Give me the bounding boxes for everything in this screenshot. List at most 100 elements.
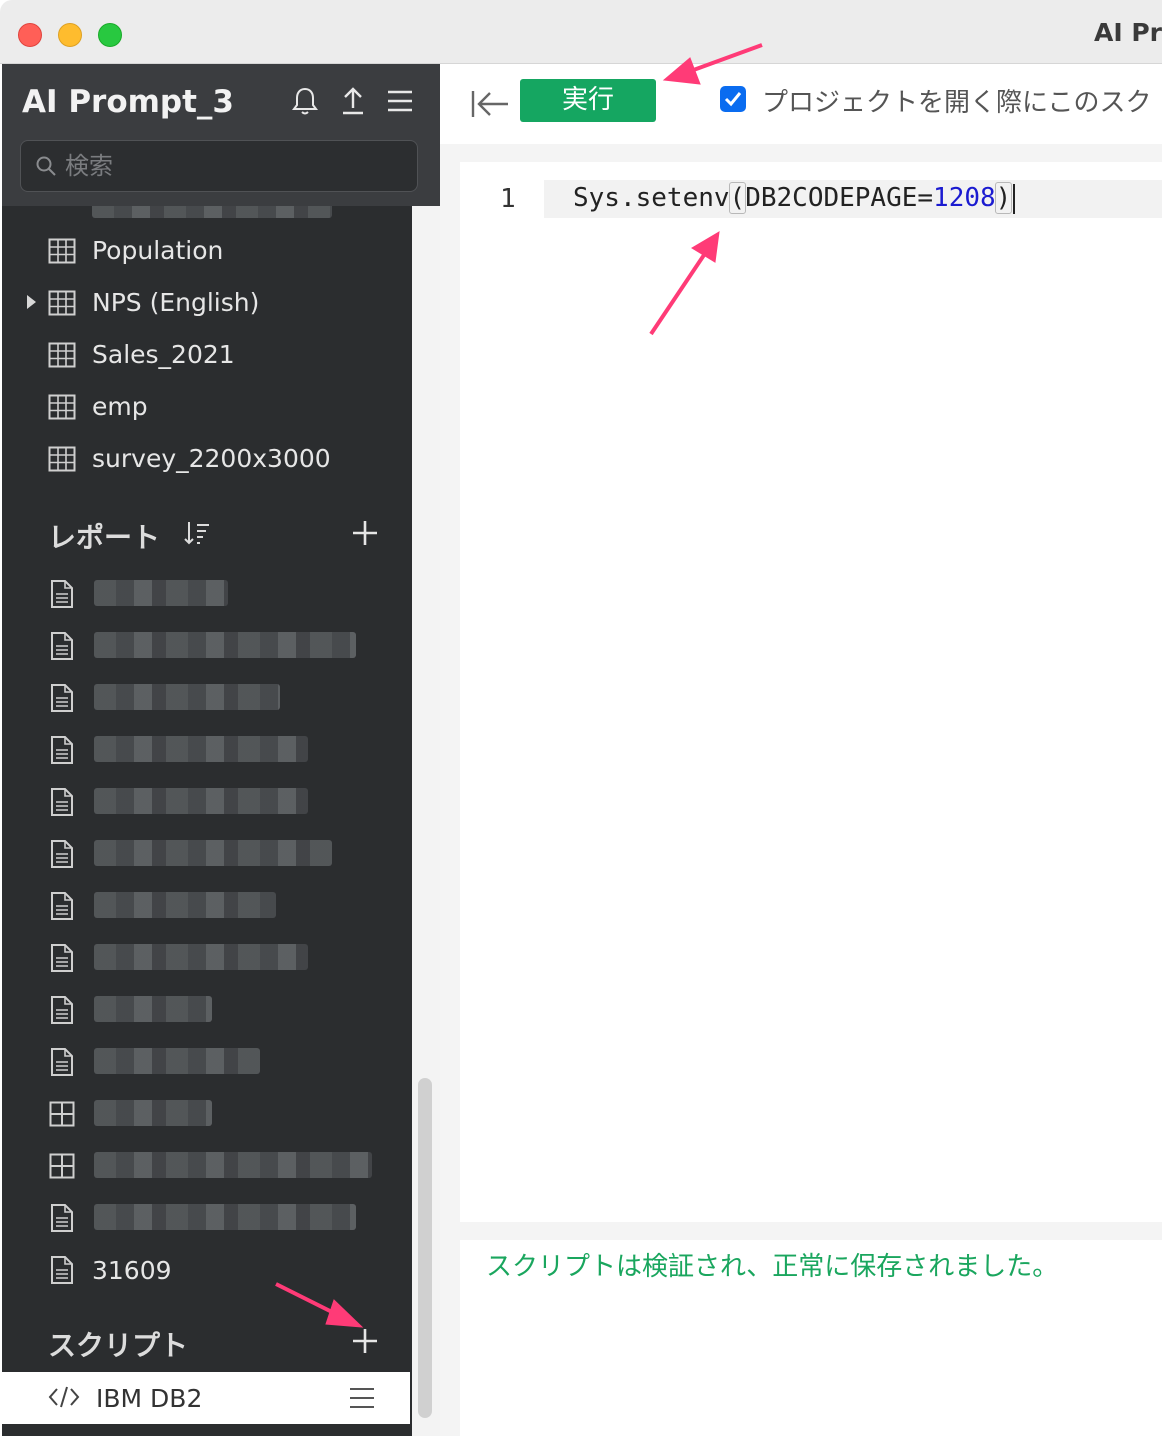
dataset-label: survey_2200x3000 bbox=[92, 444, 331, 473]
add-script-button[interactable] bbox=[350, 1326, 380, 1356]
window-titlebar: AI Pro bbox=[0, 0, 1162, 64]
search-field[interactable] bbox=[20, 140, 418, 192]
dataset-label: emp bbox=[92, 392, 148, 421]
script-menu-icon[interactable] bbox=[348, 1386, 376, 1410]
minimize-window-button[interactable] bbox=[58, 23, 82, 47]
expand-caret-icon[interactable] bbox=[27, 295, 36, 309]
document-icon bbox=[51, 788, 73, 816]
document-icon bbox=[51, 892, 73, 920]
window-title: AI Pro bbox=[1094, 18, 1162, 47]
dataset-item-population[interactable]: Population bbox=[2, 226, 410, 276]
sidebar-scrollbar[interactable] bbox=[418, 1078, 432, 1418]
document-icon bbox=[51, 1204, 73, 1232]
report-item[interactable] bbox=[2, 880, 410, 932]
line-gutter: 1 bbox=[460, 162, 544, 1222]
status-panel: スクリプトは検証され、正常に保存されました。 bbox=[460, 1240, 1162, 1436]
sort-icon[interactable] bbox=[182, 518, 212, 548]
code-number: 1208 bbox=[933, 183, 996, 213]
scripts-section-title: スクリプト bbox=[48, 1329, 189, 1362]
run-on-open-label: プロジェクトを開く際にこのスク bbox=[762, 88, 1152, 118]
redacted-report-name bbox=[94, 788, 308, 814]
project-name: AI Prompt_3 bbox=[22, 84, 235, 120]
run-button[interactable]: 実行 bbox=[520, 79, 656, 122]
document-icon bbox=[51, 684, 73, 712]
bell-icon[interactable] bbox=[288, 84, 322, 118]
report-item[interactable] bbox=[2, 828, 410, 880]
redacted-report-name bbox=[94, 736, 308, 762]
document-icon bbox=[51, 580, 73, 608]
table-icon bbox=[48, 394, 76, 420]
script-editor-pane: 実行 プロジェクトを開く際にこのスク 1 Sys.setenv(DB2CODEP… bbox=[440, 64, 1162, 1436]
document-icon bbox=[51, 1048, 73, 1076]
document-icon bbox=[51, 840, 73, 868]
zoom-window-button[interactable] bbox=[98, 23, 122, 47]
code-icon bbox=[48, 1386, 80, 1408]
report-item[interactable] bbox=[2, 620, 410, 672]
reports-section-title: レポート bbox=[48, 521, 161, 554]
redacted-report-name bbox=[94, 944, 308, 970]
report-item[interactable] bbox=[2, 672, 410, 724]
document-icon bbox=[51, 736, 73, 764]
search-icon bbox=[36, 156, 56, 176]
open-paren: ( bbox=[728, 182, 747, 214]
report-item[interactable] bbox=[2, 1192, 410, 1244]
report-item[interactable] bbox=[2, 1088, 410, 1140]
code-argument: DB2CODEPAGE= bbox=[745, 183, 934, 213]
document-icon bbox=[51, 996, 73, 1024]
redacted-report-name bbox=[94, 632, 356, 658]
close-window-button[interactable] bbox=[18, 23, 42, 47]
report-item[interactable] bbox=[2, 1036, 410, 1088]
report-label: 31609 bbox=[92, 1256, 172, 1285]
hamburger-menu-icon[interactable] bbox=[383, 84, 417, 118]
sidebar: AI Prompt_3 Population bbox=[2, 64, 442, 1436]
report-item[interactable] bbox=[2, 984, 410, 1036]
report-item[interactable] bbox=[2, 724, 410, 776]
status-message: スクリプトは検証され、正常に保存されました。 bbox=[486, 1252, 1059, 1282]
code-function: Sys.setenv bbox=[573, 183, 730, 213]
script-label: IBM DB2 bbox=[96, 1384, 203, 1413]
report-item[interactable]: 31609 bbox=[2, 1244, 410, 1296]
table-icon bbox=[48, 290, 76, 316]
editor-toolbar: 実行 プロジェクトを開く際にこのスク bbox=[440, 64, 1162, 144]
dataset-item-sales-2021[interactable]: Sales_2021 bbox=[2, 330, 410, 380]
dataset-item-nps-english[interactable]: NPS (English) bbox=[2, 278, 410, 328]
dataset-item-survey[interactable]: survey_2200x3000 bbox=[2, 434, 410, 484]
redacted-report-name bbox=[94, 996, 212, 1022]
document-icon bbox=[51, 632, 73, 660]
redacted-report-name bbox=[94, 1100, 212, 1126]
code-editor[interactable]: 1 Sys.setenv(DB2CODEPAGE=1208) bbox=[460, 162, 1162, 1222]
report-item[interactable] bbox=[2, 776, 410, 828]
redacted-report-name bbox=[94, 684, 280, 710]
dataset-item-emp[interactable]: emp bbox=[2, 382, 410, 432]
redacted-report-name bbox=[94, 580, 228, 606]
table-icon bbox=[48, 342, 76, 368]
dashboard-icon bbox=[49, 1153, 75, 1179]
dataset-label: NPS (English) bbox=[92, 288, 260, 317]
run-on-open-checkbox[interactable] bbox=[720, 86, 746, 112]
report-item[interactable] bbox=[2, 1140, 410, 1192]
table-icon bbox=[48, 238, 76, 264]
line-number: 1 bbox=[500, 184, 516, 214]
dashboard-icon bbox=[49, 1101, 75, 1127]
report-item[interactable] bbox=[2, 568, 410, 620]
cut-off-item bbox=[92, 206, 332, 218]
close-paren: ) bbox=[994, 182, 1013, 214]
table-icon bbox=[48, 446, 76, 472]
sidebar-list: Population NPS (English) Sales_2021 emp … bbox=[2, 206, 410, 1436]
collapse-sidebar-icon[interactable] bbox=[470, 88, 510, 120]
search-input[interactable] bbox=[65, 149, 405, 183]
document-icon bbox=[51, 944, 73, 972]
text-cursor bbox=[1013, 183, 1016, 214]
sidebar-header: AI Prompt_3 bbox=[2, 64, 440, 206]
redacted-report-name bbox=[94, 840, 332, 866]
code-line[interactable]: Sys.setenv(DB2CODEPAGE=1208) bbox=[573, 182, 1016, 214]
dataset-label: Sales_2021 bbox=[92, 340, 235, 369]
redacted-report-name bbox=[94, 892, 276, 918]
script-item-ibm-db2[interactable]: IBM DB2 bbox=[2, 1372, 410, 1424]
report-item[interactable] bbox=[2, 932, 410, 984]
upload-icon[interactable] bbox=[336, 84, 370, 118]
redacted-report-name bbox=[94, 1204, 356, 1230]
dataset-label: Population bbox=[92, 236, 224, 265]
redacted-report-name bbox=[94, 1048, 260, 1074]
add-report-button[interactable] bbox=[350, 518, 380, 548]
